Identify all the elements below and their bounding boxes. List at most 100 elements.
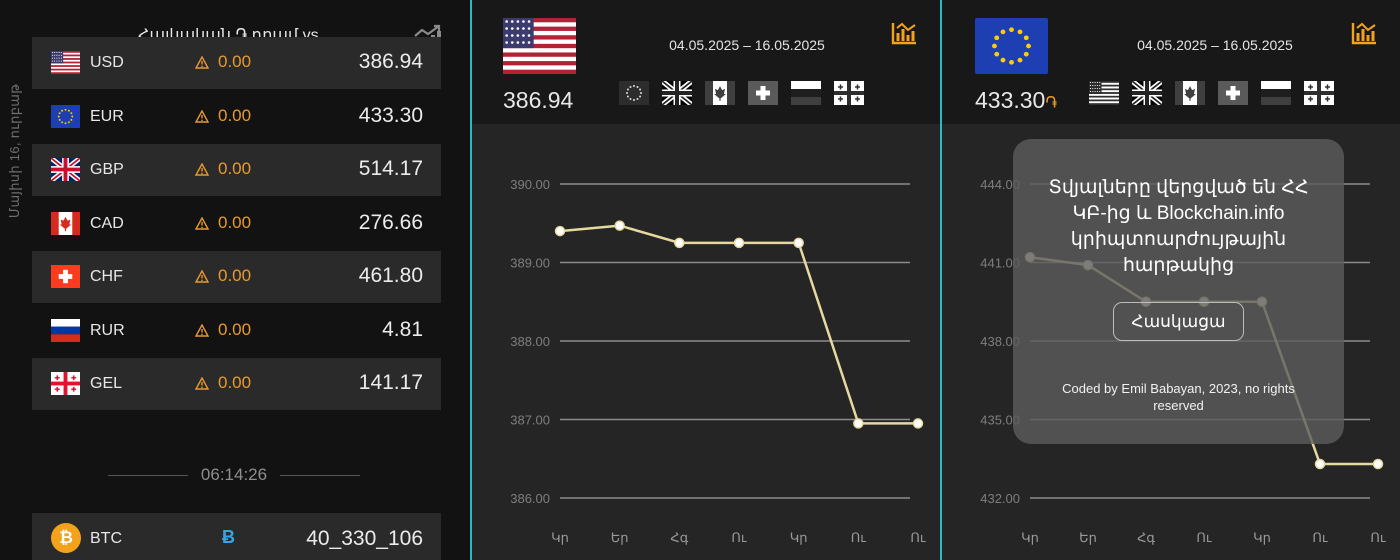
clock-divider-right <box>280 475 360 476</box>
dram-sign: ֏ <box>1045 95 1058 112</box>
rate-change: 0.00 <box>218 105 252 125</box>
eur-current-rate: 433.30֏ <box>975 87 1057 114</box>
data-point[interactable] <box>912 418 924 429</box>
series-line <box>559 224 918 425</box>
rate-value: 276.66 <box>358 210 423 234</box>
rate-change: 0.00 <box>218 266 252 285</box>
rate-change: 0.00 <box>218 212 252 232</box>
rate-row-eur[interactable]: EUR 0.00 433.30 <box>32 91 441 143</box>
data-point[interactable] <box>1372 458 1384 470</box>
chart-type-icon[interactable] <box>890 20 918 46</box>
switch-ge-flag-icon[interactable] <box>834 81 864 105</box>
btc-value: 40_330_106 <box>306 527 423 550</box>
rate-change: 0.00 <box>218 373 252 392</box>
currency-code: CHF <box>90 268 123 285</box>
switch-ca-flag-icon[interactable] <box>705 81 735 105</box>
warning-icon <box>195 323 209 337</box>
x-tick-label: Կր <box>1253 530 1271 545</box>
switch-ch-flag-icon[interactable] <box>748 81 778 105</box>
x-tick-label: Կր <box>551 530 569 545</box>
switch-eu-flag-icon[interactable] <box>619 81 649 105</box>
warning-icon <box>195 163 209 176</box>
usd-line-chart: 390.00 389.00 388.00 387.00 386.00 Կր Եր Հգ Ու Կր… <box>510 177 926 545</box>
info-dialog: Տվյալները վերցված են ՀՀ ԿԲ-ից և Blockcha… <box>1013 139 1344 444</box>
ge-flag-icon <box>51 372 80 395</box>
currency-code: RUR <box>90 321 125 339</box>
x-tick-label: Հգ <box>670 530 688 545</box>
us-flag-icon <box>503 18 576 74</box>
current-date: Մայիսի 16, ուրբաթ <box>6 76 24 226</box>
rate-row-usd[interactable]: USD 0.00 386.94 <box>32 37 441 89</box>
data-point[interactable] <box>733 237 745 249</box>
rate-row-cad[interactable]: CAD 0.00 276.66 <box>32 198 441 250</box>
switch-ch-flag-icon[interactable] <box>1218 81 1248 105</box>
warning-icon <box>195 56 209 69</box>
warning-icon <box>195 377 209 390</box>
rate-value: 461.80 <box>358 264 423 287</box>
rate-row-gel[interactable]: GEL 0.00 141.17 <box>32 358 441 410</box>
currency-code: CAD <box>90 214 124 232</box>
us-flag-icon <box>51 51 80 74</box>
x-tick-label: Ու <box>1196 530 1212 545</box>
x-tick-label: Ու <box>731 530 747 545</box>
rate-row-chf[interactable]: CHF 0.00 461.80 <box>32 251 441 303</box>
ch-flag-icon <box>51 265 80 288</box>
eu-flag-icon <box>51 104 80 128</box>
ca-flag-icon <box>51 211 80 235</box>
currency-code: GEL <box>90 375 123 392</box>
switch-us-flag-icon[interactable] <box>1089 81 1119 105</box>
switch-uk-flag-icon[interactable] <box>1132 81 1162 105</box>
currency-code: EUR <box>90 107 124 125</box>
x-tick-label: Ու <box>1312 530 1328 545</box>
data-point[interactable] <box>674 237 685 249</box>
btc-row[interactable]: ₿ BTC Ƀ 40_330_106 <box>32 513 441 560</box>
warning-icon <box>195 109 209 123</box>
data-point[interactable] <box>554 225 566 237</box>
usd-chart-panel: 386.94 04.05.2025 – 16.05.2025 390.00 389… <box>472 0 940 560</box>
currency-code: GBP <box>90 161 124 178</box>
x-tick-label: Ու <box>851 530 867 545</box>
clock: 06:14:26 <box>200 465 268 484</box>
data-point[interactable] <box>1314 458 1326 470</box>
warning-icon <box>195 216 209 230</box>
clock-divider-left <box>108 475 188 476</box>
x-tick-label: Հգ <box>1137 530 1155 545</box>
switch-ca-flag-icon[interactable] <box>1175 81 1205 105</box>
eur-rate-value: 433.30 <box>975 87 1046 113</box>
x-tick-label: Կր <box>1021 530 1039 545</box>
switch-ge-flag-icon[interactable] <box>1304 81 1334 105</box>
eu-flag-icon <box>975 18 1048 74</box>
y-tick-label: 387.00 <box>510 413 550 428</box>
data-point[interactable] <box>853 418 864 429</box>
data-point[interactable] <box>793 237 804 249</box>
ru-flag-icon <box>51 318 80 342</box>
x-tick-label: Ու <box>1370 530 1386 545</box>
y-tick-label: 386.00 <box>510 491 550 506</box>
y-tick-label: 388.00 <box>510 334 550 349</box>
understood-button[interactable]: Հասկացա <box>1113 302 1244 341</box>
rate-row-rur[interactable]: RUR 0.00 4.81 <box>32 305 441 357</box>
uk-flag-icon <box>51 158 80 181</box>
x-tick-label: Եր <box>611 530 629 545</box>
credits-text: Coded by Emil Babayan, 2023, no rights r… <box>1062 381 1295 413</box>
btc-code: BTC <box>90 530 122 547</box>
bitcoin-symbol-icon: Ƀ <box>222 527 235 547</box>
dialog-message: Տվյալները վերցված են ՀՀ ԿԲ-ից և Blockcha… <box>1048 177 1309 276</box>
currency-code: USD <box>90 54 124 71</box>
x-tick-label: Ու <box>910 530 926 545</box>
rate-value: 386.94 <box>358 50 423 73</box>
data-point[interactable] <box>614 220 625 231</box>
switch-ru-flag-icon[interactable] <box>1261 81 1291 105</box>
rate-value: 514.17 <box>358 157 423 180</box>
y-tick-label: 432.00 <box>980 491 1020 506</box>
rate-value: 141.17 <box>358 371 423 394</box>
date-range: 04.05.2025 – 16.05.2025 <box>1137 37 1293 53</box>
date-range: 04.05.2025 – 16.05.2025 <box>669 37 825 53</box>
y-tick-label: 390.00 <box>510 177 550 192</box>
switch-uk-flag-icon[interactable] <box>662 81 692 105</box>
rates-panel: Մայիսի 16, ուրբաթ Հայկական ֏ դրամ vs... … <box>0 0 470 560</box>
switch-ru-flag-icon[interactable] <box>791 81 821 105</box>
rate-change: 0.00 <box>218 52 252 71</box>
rate-row-gbp[interactable]: GBP 0.00 514.17 <box>32 144 441 196</box>
chart-type-icon[interactable] <box>1350 20 1378 46</box>
